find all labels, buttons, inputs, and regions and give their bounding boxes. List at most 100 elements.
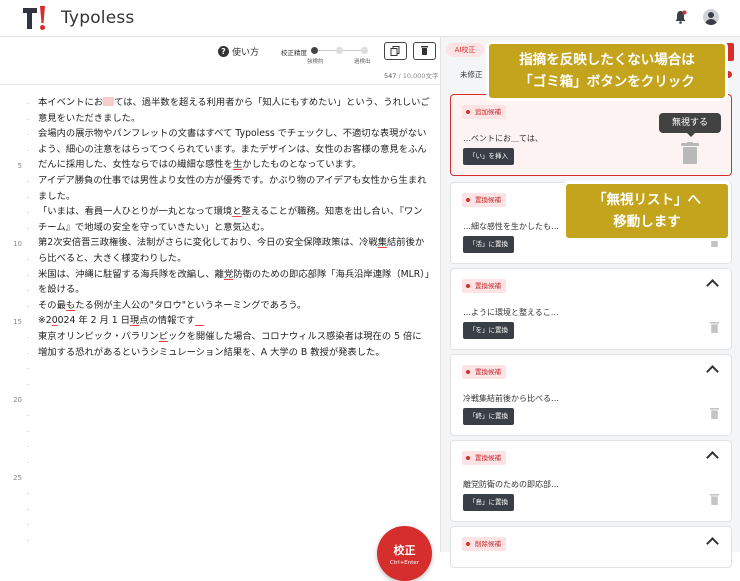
flagged-text[interactable]: ピ	[159, 331, 168, 342]
callout-ignore-line-1: 「無視リスト」へ	[593, 192, 701, 208]
line-dot: ·	[27, 427, 30, 436]
flagged-text[interactable]: も	[66, 300, 75, 311]
line-dot: ·	[27, 412, 30, 420]
paragraph-text: かしたものとなっています。	[242, 159, 362, 171]
suggestion-type-badge: 追加候補	[462, 105, 506, 119]
suggestion-snippet: …ベントにお＿ては、	[463, 134, 543, 143]
proofread-label: 校正	[393, 544, 416, 557]
suggestion-type-badge: 削除候補	[462, 537, 506, 551]
editor-paragraph[interactable]: ※20024 年 2 月 1 日現点の情報です	[38, 313, 430, 329]
apply-suggestion-button[interactable]: 「を」に置換	[463, 322, 514, 339]
accuracy-step[interactable]	[336, 47, 343, 54]
flagged-text[interactable]: 党	[224, 269, 233, 280]
line-number: 25	[13, 474, 22, 483]
line-number: 10	[13, 240, 22, 249]
ai-proofread-tab[interactable]: AI校正	[446, 43, 484, 57]
apply-suggestion-button[interactable]: 「い」を挿入	[463, 148, 514, 165]
editor-paragraph[interactable]: 「いまは、看員一人ひとりが一丸となって環境と整えることが職務。知恵を出し合い、『…	[38, 204, 430, 235]
collapse-chevron-icon[interactable]	[706, 451, 719, 464]
char-max: / 10,000文字	[396, 72, 439, 80]
paragraph-text: アイデア勝負の仕事では男性より女性の方が優秀です。かぶり物のアイデアも女性から生…	[38, 174, 427, 202]
flagged-text[interactable]: 集	[378, 237, 387, 248]
collapse-chevron-icon[interactable]	[706, 279, 719, 292]
line-dot: ·	[27, 115, 30, 124]
line-dot: ·	[27, 287, 30, 296]
ignore-trash-icon[interactable]	[681, 142, 699, 164]
suggestion-type-badge: 置換候補	[462, 365, 506, 379]
line-dot: ·	[27, 380, 30, 389]
unfixed-count-badge	[725, 71, 732, 78]
paragraph-text: ※2	[38, 315, 52, 327]
suggestion-type-badge: 置換候補	[462, 279, 506, 293]
editor-pane: ? 使い方 校正精度 強検約 過検出 547 / 10,000文字 5 10 15 2	[0, 37, 441, 581]
apply-suggestion-button[interactable]: 「活」に置換	[463, 236, 514, 253]
paragraph-text: 東京オリンピック・パラリン	[38, 330, 159, 342]
help-label: 使い方	[232, 48, 260, 58]
user-avatar[interactable]	[703, 9, 719, 25]
line-dot: ·	[27, 334, 30, 342]
line-dot: ·	[27, 505, 30, 514]
flagged-text[interactable]: と	[232, 206, 241, 217]
editor-paragraph[interactable]: アイデア勝負の仕事では男性より女性の方が優秀です。かぶり物のアイデアも女性から生…	[38, 173, 430, 204]
collapse-chevron-icon[interactable]	[706, 365, 719, 378]
flagged-text[interactable]: 現	[130, 315, 139, 326]
flagged-text[interactable]: 生	[233, 159, 242, 170]
tab-unfixed[interactable]: 未修正	[460, 69, 483, 80]
proofread-shortcut: Ctrl+Enter	[389, 560, 420, 566]
line-gutter: 5 10 15 20 25 · · · · · · · · · · · · · · · · · · · · · · · ·	[0, 84, 30, 554]
paragraph-text: 024 年 2 月 1 日	[57, 315, 130, 327]
missing-char-marker[interactable]	[103, 97, 115, 106]
clear-text-button[interactable]	[413, 42, 436, 60]
line-dot: ·	[27, 131, 30, 140]
line-number: 20	[13, 396, 22, 405]
suggestion-card[interactable]: 置換候補 …ように環境と整えるこ… 「を」に置換	[450, 268, 732, 350]
trash-icon[interactable]	[710, 408, 719, 419]
help-link[interactable]: ? 使い方	[218, 45, 259, 58]
accuracy-high-label: 過検出	[354, 59, 371, 65]
line-dot: ·	[27, 302, 30, 311]
callout-trash-line-1: 指摘を反映したくない場合は	[519, 52, 695, 68]
accuracy-step[interactable]	[361, 47, 368, 54]
editor-paragraph[interactable]: 本イベントにお ては、過半数を超える利用者から「知人にもすめたい」という、うれしい…	[38, 95, 430, 126]
collapse-chevron-icon[interactable]	[706, 537, 719, 550]
proofread-button[interactable]: 校正 Ctrl+Enter	[377, 526, 432, 581]
line-dot: ·	[27, 224, 30, 233]
suggestion-card[interactable]: 置換候補離党防衛のための即応部… 「島」に置換	[450, 440, 732, 522]
line-number: 5	[17, 162, 22, 171]
sidebar-red-tab[interactable]	[725, 43, 734, 61]
apply-suggestion-button[interactable]: 「島」に置換	[463, 494, 514, 511]
accuracy-low-label: 強検約	[307, 59, 324, 65]
notification-bell-icon[interactable]	[674, 10, 687, 24]
apply-suggestion-button[interactable]: 「終」に置換	[463, 408, 514, 425]
suggestion-snippet: 離党防衛のための即応部…	[463, 480, 559, 489]
editor-paragraph[interactable]: 会場内の展示物やパンフレットの文書はすべて Typoless でチェックし、不適…	[38, 126, 430, 173]
line-dot: ·	[27, 458, 30, 467]
editor-paragraph[interactable]: 東京オリンピック・パラリンピックを開催した場合、コロナウィルス感染者は現在の 5…	[38, 329, 430, 360]
accuracy-slider-knob[interactable]	[311, 47, 318, 54]
callout-ignore-list: 「無視リスト」へ 移動します	[566, 184, 728, 238]
editor-paragraph[interactable]: 第2次安倍晋三政権後、法制がさらに変化しており、今日の安全保障政策は、冷戦集結前…	[38, 235, 430, 266]
line-dot: ·	[27, 209, 30, 218]
paragraph-text: 「いまは、看員一人ひとりが一丸となって環境	[38, 206, 233, 218]
typoless-logo-icon[interactable]	[22, 5, 46, 31]
trash-icon[interactable]	[710, 494, 719, 505]
suggestion-snippet: …ように環境と整えるこ…	[463, 308, 559, 317]
paragraph-text: 第2次安倍晋三政権後、法制がさらに変化しており、今日の安全保障政策は、冷戦	[38, 237, 378, 249]
suggestion-card[interactable]: 置換候補 冷戦集結前後から比べる… 「終」に置換	[450, 354, 732, 436]
flagged-text[interactable]	[195, 315, 204, 326]
suggestion-card[interactable]: 削除候補	[450, 526, 732, 568]
editor-paragraph[interactable]: 米国は、沖縄に駐留する海兵隊を改編し、離党防衛のための即応部隊「海兵沿岸連隊（M…	[38, 267, 430, 298]
editor-paragraph[interactable]: その最もたる例が主人公の"タロウ"というネーミングであろう。	[38, 298, 430, 314]
paragraph-text: 米国は、沖縄に駐留する海兵隊を改編し、離	[38, 268, 224, 280]
trash-icon[interactable]	[710, 322, 719, 333]
editor-text-area[interactable]: 本イベントにお ては、過半数を超える利用者から「知人にもすめたい」という、うれしい…	[38, 95, 430, 360]
suggestion-type-badge: 置換候補	[462, 193, 506, 207]
line-dot: ·	[27, 100, 30, 108]
trash-icon	[421, 46, 428, 55]
accuracy-slider[interactable]	[311, 47, 368, 54]
line-dot: ·	[27, 349, 30, 358]
paragraph-text: 点の情報です	[139, 315, 195, 327]
copy-button[interactable]	[384, 42, 407, 60]
suggestion-snippet: …細な感性を生かしたも…	[463, 222, 559, 231]
suggestion-type-badge: 置換候補	[462, 451, 506, 465]
